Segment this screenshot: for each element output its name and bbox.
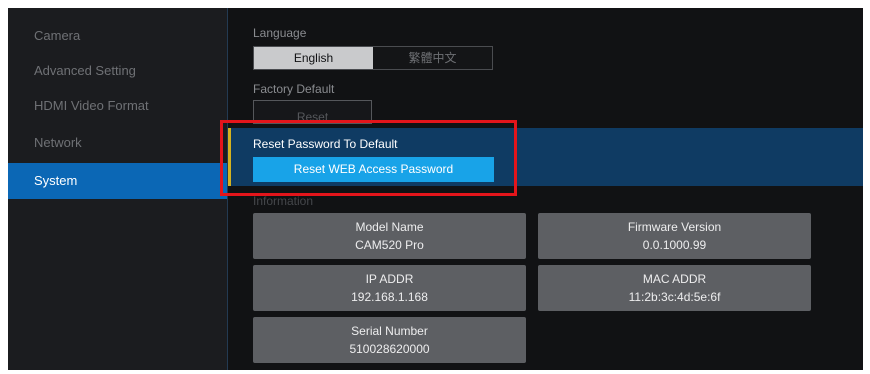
info-tile-value: CAM520 Pro [355,238,424,252]
info-tile-title: IP ADDR [365,272,414,286]
info-tile-model-name: Model Name CAM520 Pro [253,213,526,259]
info-tile-firmware-version: Firmware Version 0.0.1000.99 [538,213,811,259]
sidebar-item-hdmi-video-format[interactable]: HDMI Video Format [8,88,227,124]
info-tile-serial-number: Serial Number 510028620000 [253,317,526,363]
info-tile-title: Serial Number [351,324,428,338]
info-tile-value: 510028620000 [349,342,430,356]
sidebar-item-system[interactable]: System [8,163,227,199]
reset-password-label: Reset Password To Default [253,137,398,151]
row-focus-indicator [228,128,231,186]
information-label: Information [253,194,314,208]
language-selector: English 繁體中文 [253,46,493,70]
sidebar-item-network[interactable]: Network [8,125,227,161]
factory-default-label: Factory Default [253,82,335,96]
language-option-traditional-chinese[interactable]: 繁體中文 [373,47,492,69]
info-tile-title: MAC ADDR [642,272,707,286]
language-label: Language [253,26,307,40]
sidebar-divider [227,8,228,370]
reset-web-password-button[interactable]: Reset WEB Access Password [253,157,494,182]
info-tile-mac-addr: MAC ADDR 11:2b:3c:4d:5e:6f [538,265,811,311]
sidebar-item-advanced-setting[interactable]: Advanced Setting [8,53,227,89]
settings-screen: Camera Advanced Setting HDMI Video Forma… [8,8,863,370]
sidebar: Camera Advanced Setting HDMI Video Forma… [8,8,227,370]
sidebar-item-camera[interactable]: Camera [8,18,227,54]
info-tile-value: 11:2b:3c:4d:5e:6f [628,290,721,304]
info-tile-value: 0.0.1000.99 [642,238,707,252]
info-tile-title: Model Name [355,220,424,234]
info-tile-title: Firmware Version [627,220,722,234]
language-option-english[interactable]: English [254,47,373,69]
info-tile-ip-addr: IP ADDR 192.168.1.168 [253,265,526,311]
info-tile-value: 192.168.1.168 [351,290,428,304]
factory-reset-button[interactable]: Reset [253,100,372,124]
